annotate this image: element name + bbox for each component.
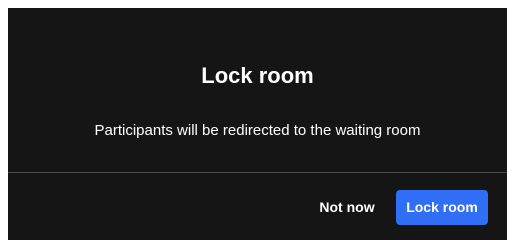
- dialog-divider: [8, 172, 507, 173]
- not-now-button[interactable]: Not now: [307, 190, 387, 225]
- dialog-message: Participants will be redirected to the w…: [94, 122, 421, 139]
- lock-room-dialog: Lock room Participants will be redirecte…: [8, 8, 507, 240]
- dialog-title: Lock room: [201, 63, 314, 88]
- lock-room-button[interactable]: Lock room: [396, 190, 488, 225]
